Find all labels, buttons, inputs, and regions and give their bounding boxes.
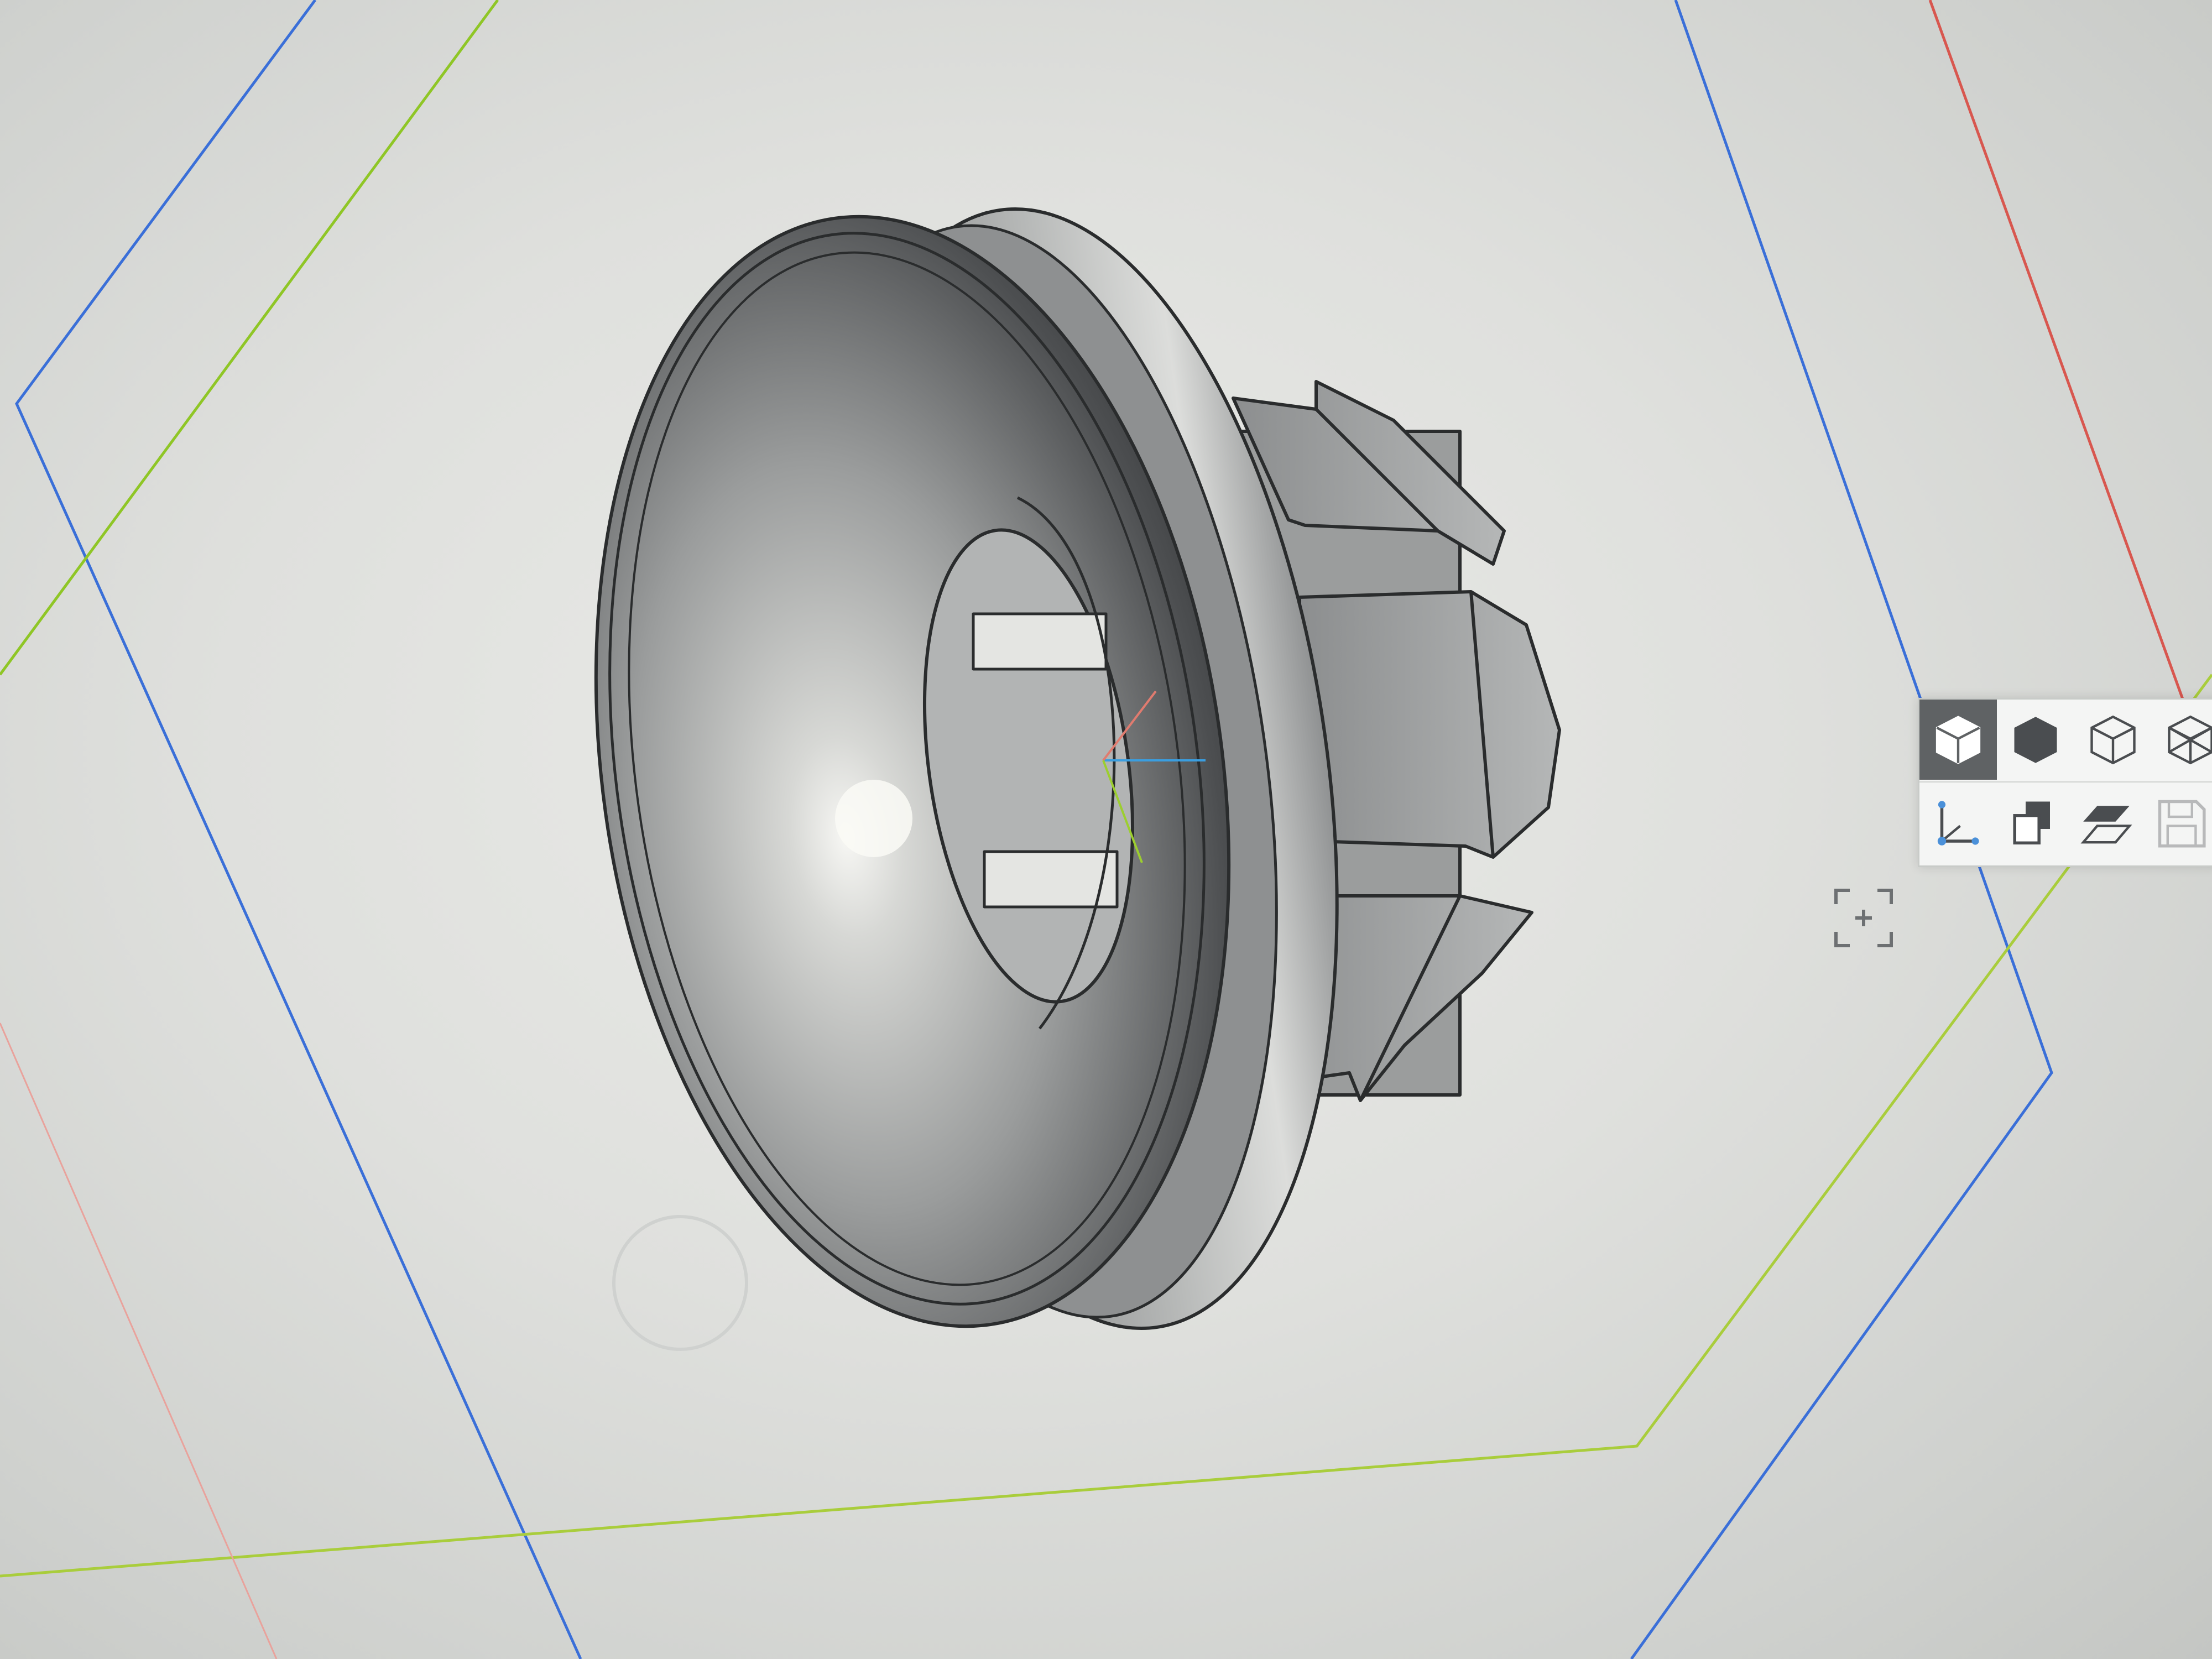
hidden-line-mode-button[interactable]	[2152, 700, 2212, 780]
save-icon	[2158, 800, 2206, 848]
wireframe-cube-icon	[2090, 715, 2136, 764]
wireframe-mode-button[interactable]	[2074, 700, 2152, 780]
view-tools-row	[1919, 781, 2212, 863]
solid-mode-button[interactable]	[1997, 700, 2074, 780]
layers-icon	[2012, 801, 2050, 844]
model-scene[interactable]	[0, 0, 2212, 1659]
red-axis-plane-left	[0, 1022, 278, 1659]
display-mode-row	[1919, 700, 2212, 780]
blue-axis-plane	[15, 0, 582, 1659]
section-plane-button[interactable]	[2069, 782, 2143, 863]
save-view-button[interactable]	[2143, 782, 2212, 863]
axes-icon	[1937, 800, 1979, 846]
shaded-cube-icon	[1936, 715, 1981, 764]
zoom-fit-icon	[1834, 889, 1893, 947]
layers-button[interactable]	[1994, 782, 2069, 863]
snap-fin-middle	[1298, 590, 1561, 859]
axes-button[interactable]	[1919, 782, 1994, 863]
solid-cube-icon	[2014, 716, 2057, 763]
view-style-toolbar	[1918, 698, 2212, 867]
shaded-mode-button[interactable]	[1919, 700, 1997, 780]
3d-viewport[interactable]	[0, 0, 2212, 1659]
green-axis-plane	[0, 0, 499, 676]
push-in-grommet-model[interactable]	[528, 175, 1561, 1368]
hidden-line-cube-icon	[2168, 715, 2212, 764]
red-axis-plane	[1928, 0, 2192, 719]
section-plane-icon	[2080, 805, 2132, 843]
cursor-ghost	[612, 1215, 748, 1351]
zoom-fit-button[interactable]	[1830, 885, 1897, 951]
